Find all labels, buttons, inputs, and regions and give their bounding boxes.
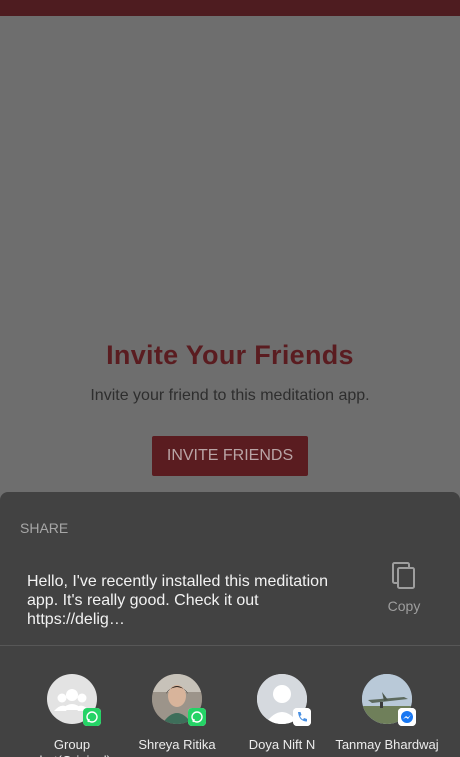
phone-icon xyxy=(293,708,311,726)
whatsapp-icon xyxy=(188,708,206,726)
avatar xyxy=(152,674,206,726)
whatsapp-icon xyxy=(83,708,101,726)
copy-label: Copy xyxy=(387,598,421,614)
page-title: Invite Your Friends xyxy=(106,340,354,370)
share-target-label: Tanmay Bhardwaj xyxy=(335,737,439,752)
copy-button[interactable]: Copy xyxy=(378,562,430,614)
avatar xyxy=(47,674,101,726)
avatar xyxy=(362,674,416,726)
invite-friends-button[interactable]: INVITE FRIENDS xyxy=(152,436,308,476)
messenger-icon xyxy=(398,708,416,726)
avatar xyxy=(257,674,311,726)
share-target-doya-nift-n[interactable]: Doya Nift N xyxy=(227,674,337,753)
copy-icon xyxy=(392,562,415,589)
app-bar xyxy=(0,0,460,16)
share-sheet-header: SHARE xyxy=(20,520,69,536)
page-subtitle: Invite your friend to this meditation ap… xyxy=(90,387,370,404)
share-target-group-chat[interactable]: Group chat(Original) xyxy=(17,674,127,757)
share-sheet: SHARE Hello, I've recently installed thi… xyxy=(0,492,460,757)
share-message-text: Hello, I've recently installed this medi… xyxy=(27,573,328,628)
share-target-label: Shreya Ritika xyxy=(138,737,216,752)
share-target-tanmay-bhardwaj[interactable]: Tanmay Bhardwaj xyxy=(332,674,442,753)
share-target-shreya-ritika[interactable]: Shreya Ritika xyxy=(122,674,232,753)
divider xyxy=(0,645,460,646)
share-target-label: Doya Nift N xyxy=(248,737,316,752)
share-target-label: Group chat(Original) xyxy=(33,737,111,757)
